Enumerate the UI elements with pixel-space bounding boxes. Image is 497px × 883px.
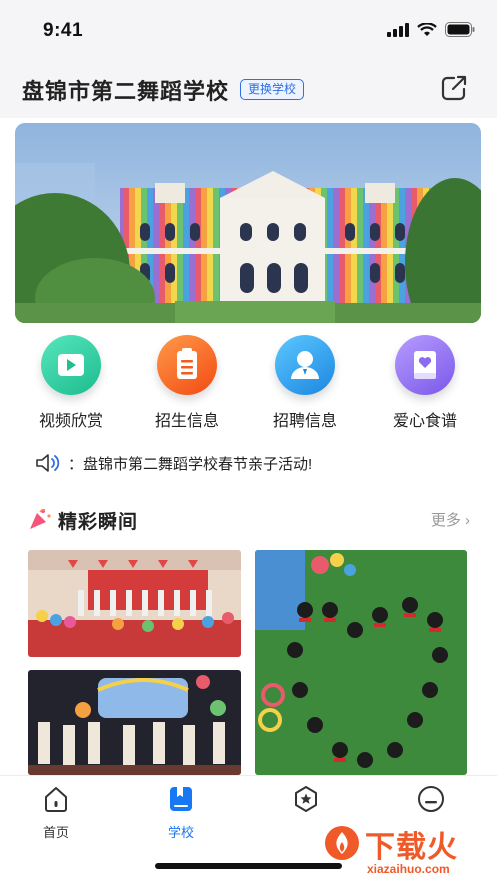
book-icon	[170, 787, 192, 811]
signal-icon	[387, 22, 409, 37]
nav-video[interactable]: 视频欣赏	[16, 330, 126, 431]
nav-video-label: 视频欣赏	[38, 413, 103, 430]
more-link[interactable]: 更多 ›	[431, 509, 470, 530]
heart-book-icon	[395, 335, 455, 395]
change-school-button[interactable]: 更换学校	[240, 79, 305, 100]
moment-photo[interactable]	[255, 550, 467, 775]
nav-recipes[interactable]: 爱心食谱	[370, 330, 480, 431]
tab-school-label: 学校	[167, 825, 194, 840]
tab-star[interactable]	[266, 784, 346, 822]
header: 盘锦市第二舞蹈学校 更换学校	[0, 62, 497, 118]
status-icons	[387, 22, 475, 37]
nav-enrollment-label: 招生信息	[154, 413, 219, 430]
profile-icon	[418, 786, 444, 812]
tab-profile[interactable]	[391, 784, 471, 822]
watermark-url: xiazaihuo.com	[367, 862, 450, 876]
nav-recruitment[interactable]: 招聘信息	[250, 330, 360, 431]
quick-nav: 视频欣赏 招生信息 招聘信息 爱心食谱	[0, 330, 497, 430]
more-label: 更多	[430, 512, 461, 529]
section-title: 精彩瞬间	[58, 512, 139, 533]
section-header: 精彩瞬间 更多 ›	[28, 505, 470, 533]
moment-photo[interactable]	[28, 550, 241, 657]
school-banner-image[interactable]	[15, 123, 481, 323]
share-icon[interactable]	[440, 74, 468, 102]
watermark-logo-icon	[325, 826, 359, 860]
party-popper-icon	[30, 508, 51, 529]
home-indicator	[155, 863, 342, 869]
nav-recipes-label: 爱心食谱	[392, 413, 457, 430]
page-title: 盘锦市第二舞蹈学校	[22, 79, 230, 104]
status-time: 9:41	[43, 20, 84, 41]
home-icon	[45, 787, 67, 812]
watermark-text: 下载火	[365, 831, 458, 864]
tab-home-label: 首页	[42, 825, 69, 840]
tab-home[interactable]: 首页	[16, 784, 96, 841]
star-icon	[295, 786, 317, 812]
notice-bar[interactable]: ：盘锦市第二舞蹈学校春节亲子活动!	[34, 452, 312, 474]
speaker-icon	[36, 454, 60, 472]
play-icon	[41, 335, 101, 395]
status-bar: 9:41	[0, 0, 497, 62]
person-icon	[275, 335, 335, 395]
watermark: 下载火 xiazaihuo.com	[315, 820, 495, 880]
tab-school[interactable]: 学校	[141, 784, 221, 841]
notice-text: ：盘锦市第二舞蹈学校春节亲子活动!	[68, 455, 313, 473]
nav-enrollment[interactable]: 招生信息	[132, 330, 242, 431]
battery-icon	[445, 22, 475, 37]
nav-recruitment-label: 招聘信息	[272, 413, 337, 430]
chevron-right-icon: ›	[465, 512, 470, 529]
wifi-icon	[417, 22, 437, 36]
clipboard-icon	[157, 335, 217, 395]
moment-photo[interactable]	[28, 670, 241, 775]
